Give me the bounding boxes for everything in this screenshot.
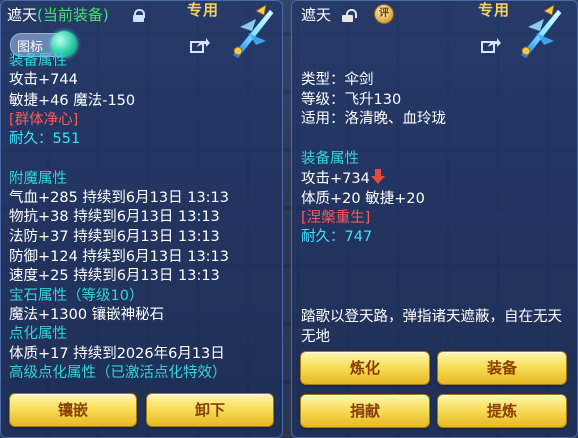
item-name: 遮天 — [301, 6, 332, 24]
attack-value: 攻击+734 — [301, 171, 370, 187]
attribute-line: 耐久：551 — [9, 131, 81, 147]
item-name: 遮天 — [7, 6, 38, 24]
attack-line: 攻击+734 — [301, 169, 385, 189]
level-line: 等级：飞升130 — [301, 92, 402, 108]
attribute-line: 气血+285 持续到6月13日 13:13 — [9, 190, 230, 206]
durability-line: 耐久：747 — [301, 229, 373, 245]
share-icon[interactable] — [481, 37, 501, 53]
umbrella-sword-icon — [519, 4, 563, 60]
attribute-line: 敏捷+46 魔法-150 — [9, 93, 136, 109]
attribute-line: 魔法+1300 镶嵌神秘石 — [9, 307, 165, 323]
unequip-button[interactable]: 卸下 — [146, 393, 274, 427]
share-icon[interactable] — [190, 37, 210, 53]
umbrella-sword-icon — [231, 4, 275, 60]
special-effect-line: [涅槃重生] — [301, 210, 371, 226]
extract-button[interactable]: 提炼 — [437, 394, 567, 428]
con-agi-line: 体质+20 敏捷+20 — [301, 191, 425, 207]
equipped-item-tooltip: 遮天(当前装备) 专用 图标 装备属性 攻击+744 敏捷+46 魔法-150 [群体… — [0, 0, 283, 438]
compare-item-tooltip: 遮天 评 专用 类型：伞剑 等级：飞升130 适用：洛清晚、血玲珑 装备属性 攻… — [291, 0, 578, 438]
item-description: 踏歌以登天路，弹指诸天遮蔽，自在无天无地 — [301, 309, 562, 345]
attribute-line: 点化属性 — [9, 326, 67, 342]
attribute-line: 攻击+744 — [9, 72, 78, 88]
attribute-line: 速度+25 持续到6月13日 13:13 — [9, 268, 220, 284]
exclusive-tag: 专用 — [478, 1, 511, 19]
attribute-section-title: 装备属性 — [301, 151, 359, 167]
attribute-line: 法防+37 持续到6月13日 13:13 — [9, 229, 220, 245]
attribute-line: [群体净心] — [9, 112, 79, 128]
exclusive-tag: 专用 — [187, 1, 220, 19]
decrease-arrow-icon — [370, 169, 385, 185]
unlock-icon[interactable] — [342, 9, 357, 22]
attribute-line: 体质+17 持续到2026年6月13日 — [9, 346, 225, 362]
attribute-line: 防御+124 持续到6月13日 13:13 — [9, 249, 230, 265]
inlay-button[interactable]: 镶嵌 — [9, 393, 137, 427]
donate-button[interactable]: 捐献 — [300, 394, 430, 428]
attribute-line: 高级点化属性（已激活点化特效） — [9, 365, 227, 381]
attribute-line: 装备属性 — [9, 53, 67, 69]
usable-line: 适用：洛清晚、血玲珑 — [301, 111, 446, 127]
item-title: 遮天 — [301, 4, 331, 25]
attribute-line: 物抗+38 持续到6月13日 13:13 — [9, 209, 220, 225]
attribute-line: 附魔属性 — [9, 171, 67, 187]
refine-button[interactable]: 炼化 — [300, 351, 430, 385]
attribute-line: 宝石属性（等级10） — [9, 288, 144, 304]
rating-icon[interactable]: 评 — [374, 4, 394, 24]
equip-button[interactable]: 装备 — [437, 351, 567, 385]
item-title: 遮天(当前装备) — [7, 4, 109, 25]
equipped-label: (当前装备) — [37, 6, 109, 24]
lock-icon[interactable] — [133, 9, 145, 22]
type-line: 类型：伞剑 — [301, 72, 374, 88]
